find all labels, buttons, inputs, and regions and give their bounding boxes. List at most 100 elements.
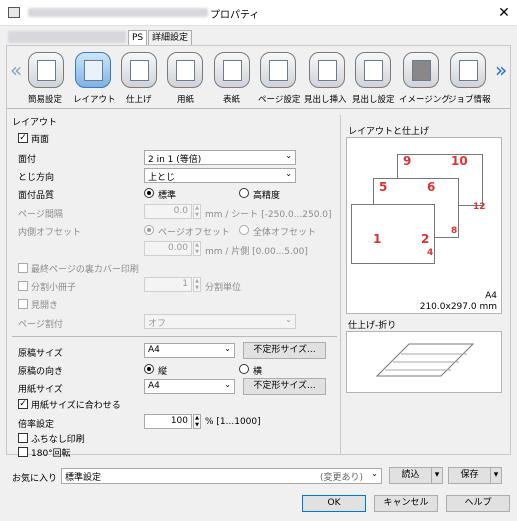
inner-offset-stepper[interactable]: ▲ ▼ — [193, 241, 201, 256]
favorites-label: お気に入り — [12, 474, 58, 484]
quality-standard-radio[interactable] — [144, 188, 154, 198]
inner-offset-label: 内側オフセット — [18, 228, 82, 238]
borderless-label: ふちなし印刷 — [31, 435, 85, 445]
load-button[interactable]: 読込 — [389, 467, 432, 484]
page-offset-radio[interactable] — [144, 225, 154, 235]
layout-preview-title: レイアウトと仕上げ — [348, 127, 430, 137]
split-booklet-checkbox[interactable] — [18, 281, 28, 291]
toolbar-label-page-setup[interactable]: ページ設定 — [258, 93, 300, 105]
page-number: 9 — [403, 154, 412, 168]
toolbar-label-layout[interactable]: レイアウト — [73, 93, 116, 105]
page-number: 12 — [473, 202, 486, 212]
paper-icon[interactable] — [167, 52, 203, 88]
imposition-label: ページ割付 — [18, 320, 63, 330]
toolbar-label-tab-insert[interactable]: 見出し挿入 — [304, 93, 347, 105]
scroll-left-icon[interactable]: « — [10, 58, 22, 82]
tab-settings-icon[interactable] — [355, 52, 391, 88]
whole-offset-radio[interactable] — [239, 225, 249, 235]
orientation-label: 原稿の向き — [18, 367, 64, 377]
borderless-checkbox[interactable] — [18, 433, 28, 443]
landscape-label: 横 — [253, 367, 263, 377]
quality-label: 面付品質 — [18, 191, 55, 201]
vertical-divider — [340, 115, 341, 455]
binding-select[interactable]: 上とじ ⌄ — [144, 168, 296, 183]
quality-high-label: 高精度 — [253, 191, 281, 201]
page-number: 2 — [421, 232, 430, 246]
job-info-icon[interactable] — [450, 52, 486, 88]
imposition-value: オフ — [148, 319, 167, 329]
rotate180-label: 180°回転 — [31, 449, 71, 459]
split-booklet-unit: 分割単位 — [205, 283, 242, 293]
last-page-back-label: 最終ページの裏カバー印刷 — [31, 265, 139, 275]
portrait-label: 縦 — [158, 367, 168, 377]
inner-offset-input[interactable]: 0.00 — [144, 241, 192, 256]
quick-setup-icon[interactable] — [28, 52, 64, 88]
favorites-select[interactable]: 標準設定 (変更あり) ⌄ — [61, 468, 382, 484]
toolbar-label-quick-setup[interactable]: 簡易設定 — [28, 93, 62, 105]
original-size-select[interactable]: A4 ⌄ — [144, 343, 235, 358]
duplex-checkbox[interactable]: ✓ — [18, 133, 28, 143]
split-booklet-label: 分割小冊子 — [31, 283, 77, 293]
page-gap-unit: mm / シート [-250.0...250.0] — [205, 210, 332, 220]
load-dropdown-icon[interactable]: ▾ — [431, 467, 443, 484]
page-number: 1 — [373, 232, 382, 246]
tab-blurred[interactable] — [8, 31, 126, 43]
n-up-select[interactable]: 2 in 1 (等倍) ⌄ — [144, 150, 296, 165]
tab-advanced[interactable]: 詳細設定 — [148, 30, 193, 45]
page-number: 8 — [451, 226, 458, 236]
tab-ps[interactable]: PS — [128, 30, 148, 45]
help-button[interactable]: ヘルプ — [446, 495, 510, 512]
section-divider — [12, 336, 337, 337]
paper-size-label: 用紙サイズ — [18, 385, 63, 395]
toolbar-label-finishing[interactable]: 仕上げ — [126, 93, 152, 105]
fold-preview — [346, 331, 502, 393]
custom-original-size-button[interactable]: 不定形サイズ... — [243, 342, 326, 359]
layout-preview: 9 10 5 6 12 1 2 4 8 A4 210.0x297.0 mm — [346, 137, 502, 314]
imposition-select[interactable]: オフ ⌄ — [144, 314, 296, 329]
tab-insert-icon[interactable] — [309, 52, 345, 88]
split-booklet-stepper[interactable]: ▲ ▼ — [193, 277, 201, 292]
rotate180-checkbox[interactable] — [18, 447, 28, 457]
portrait-radio[interactable] — [144, 364, 154, 374]
fit-to-paper-label: 用紙サイズに合わせる — [31, 401, 121, 411]
close-icon[interactable]: ✕ — [494, 3, 514, 23]
chevron-down-icon: ⌄ — [285, 151, 292, 160]
n-up-value: 2 in 1 (等倍) — [148, 155, 202, 165]
whole-offset-label: 全体オフセット — [253, 228, 317, 238]
cover-icon[interactable] — [214, 52, 250, 88]
split-booklet-input[interactable]: 1 — [144, 277, 192, 292]
window-title: プロパティ — [210, 10, 260, 21]
quality-high-radio[interactable] — [239, 188, 249, 198]
last-page-back-checkbox[interactable] — [18, 263, 28, 273]
scale-input[interactable]: 100 — [144, 414, 192, 429]
save-button[interactable]: 保存 — [448, 467, 491, 484]
scale-stepper[interactable]: ▲ ▼ — [193, 414, 201, 429]
toolbar-label-tab-settings[interactable]: 見出し設定 — [352, 93, 395, 105]
binding-label: とじ方向 — [18, 173, 55, 183]
paper-size-value: A4 — [148, 381, 160, 391]
save-dropdown-icon[interactable]: ▾ — [490, 467, 502, 484]
layout-group-title: レイアウト — [12, 118, 58, 128]
paper-size-select[interactable]: A4 ⌄ — [144, 379, 235, 394]
toolbar-label-imaging[interactable]: イメージング — [399, 93, 450, 105]
imaging-icon[interactable] — [403, 52, 439, 88]
finishing-icon[interactable] — [121, 52, 157, 88]
fold-icon — [375, 343, 475, 377]
spread-checkbox[interactable] — [18, 299, 28, 309]
page-setup-icon[interactable] — [260, 52, 296, 88]
page-gap-stepper[interactable]: ▲ ▼ — [193, 204, 201, 219]
layout-icon[interactable] — [75, 52, 111, 88]
ok-button[interactable]: OK — [302, 495, 366, 512]
fit-to-paper-checkbox[interactable]: ✓ — [18, 399, 28, 409]
page-gap-input[interactable]: 0.0 — [144, 204, 192, 219]
duplex-label: 両面 — [31, 135, 50, 145]
scroll-right-icon[interactable]: » — [495, 58, 507, 82]
toolbar-label-cover[interactable]: 表紙 — [223, 93, 240, 105]
landscape-radio[interactable] — [239, 364, 249, 374]
cancel-button[interactable]: キャンセル — [374, 495, 438, 512]
toolbar-label-job-info[interactable]: ジョブ情報 — [448, 93, 491, 105]
inner-offset-unit: mm / 片側 [0.00...5.00] — [205, 247, 308, 257]
custom-paper-size-button[interactable]: 不定形サイズ... — [243, 378, 326, 395]
toolbar-label-paper[interactable]: 用紙 — [177, 93, 194, 105]
binding-value: 上とじ — [148, 173, 176, 183]
